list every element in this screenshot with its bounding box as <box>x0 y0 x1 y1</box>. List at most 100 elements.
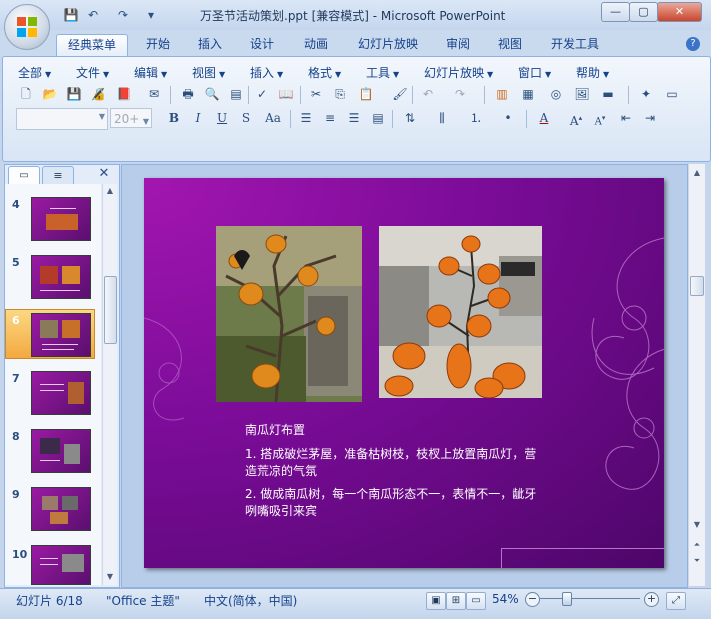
menu-tools[interactable]: 工具 ▼ <box>366 64 399 80</box>
next-slide-icon[interactable]: ⏷ <box>689 556 705 566</box>
close-pane-icon[interactable]: ✕ <box>97 167 111 181</box>
slide-thumbnail-10[interactable] <box>31 545 91 585</box>
help-icon[interactable]: ? <box>686 37 700 51</box>
slide-thumbnail-9[interactable] <box>31 487 91 531</box>
normal-view-icon[interactable]: ▣ <box>426 592 446 610</box>
font-color-icon[interactable]: A <box>534 108 554 128</box>
align-left-icon[interactable]: ☰ <box>296 108 316 128</box>
bold-icon[interactable]: B <box>164 108 184 128</box>
tab-animation[interactable]: 动画 <box>292 34 340 56</box>
slide-bullet-2[interactable]: 2. 做成南瓜树，每一个南瓜形态不一，表情不一，龇牙咧嘴吸引来宾 <box>245 486 545 520</box>
pumpkin-mall-photo[interactable] <box>379 226 542 398</box>
outline-tab[interactable]: ≡ <box>42 166 74 185</box>
menu-insert[interactable]: 插入 ▼ <box>250 64 283 80</box>
tab-developer[interactable]: 开发工具 <box>542 34 608 56</box>
undo-icon[interactable]: ↶ <box>84 6 102 24</box>
zoom-slider-track[interactable] <box>540 598 640 599</box>
thumbnail-scrollbar[interactable]: ▲ ▼ <box>102 184 117 585</box>
scrollbar-thumb[interactable] <box>104 276 117 344</box>
color-icon[interactable]: ▬ <box>598 84 618 104</box>
maximize-button[interactable]: ▢ <box>629 2 658 22</box>
research-icon[interactable]: 📖 <box>276 84 296 104</box>
menu-all[interactable]: 全部 ▼ <box>18 64 51 80</box>
slide-heading[interactable]: 南瓜灯布置 <box>245 422 305 439</box>
slide-bullet-1[interactable]: 1. 搭成破烂茅屋，准备枯树枝，枝杈上放置南瓜灯，营造荒凉的气氛 <box>245 446 545 480</box>
italic-icon[interactable]: I <box>188 108 208 128</box>
shrink-font-icon[interactable]: A▾ <box>590 108 610 128</box>
scrollbar-thumb[interactable] <box>690 276 704 296</box>
save-icon[interactable]: 💾 <box>64 84 84 104</box>
pdf-icon[interactable]: 📕 <box>114 84 134 104</box>
increase-indent-icon[interactable]: ⇥ <box>640 108 660 128</box>
format-painter-icon[interactable]: 🖌 <box>390 84 410 104</box>
tab-design[interactable]: 设计 <box>240 34 284 56</box>
tab-home[interactable]: 开始 <box>136 34 180 56</box>
tab-insert[interactable]: 插入 <box>188 34 232 56</box>
save-icon[interactable]: 💾 <box>62 6 80 24</box>
menu-view[interactable]: 视图 ▼ <box>192 64 225 80</box>
language-indicator[interactable]: 中文(简体，中国) <box>204 592 297 609</box>
menu-format[interactable]: 格式 ▼ <box>308 64 341 80</box>
shadow-icon[interactable]: S <box>236 108 256 128</box>
office-button[interactable] <box>4 4 50 50</box>
bullets-icon[interactable]: • <box>498 108 518 128</box>
scroll-up-icon[interactable]: ▲ <box>689 168 705 177</box>
zoom-out-icon[interactable]: − <box>525 592 540 607</box>
redo-icon[interactable]: ↷ <box>450 84 470 104</box>
tab-slideshow[interactable]: 幻灯片放映 <box>350 34 426 56</box>
font-name-combobox[interactable]: ▼ <box>16 108 108 130</box>
grow-font-icon[interactable]: A▴ <box>566 108 586 128</box>
scroll-down-icon[interactable]: ▼ <box>103 572 117 581</box>
copy-icon[interactable]: ⎘ <box>330 84 350 104</box>
menu-file[interactable]: 文件 ▼ <box>76 64 109 80</box>
slides-tab[interactable]: ▭ <box>8 166 40 185</box>
slideshow-view-icon[interactable]: ▭ <box>466 592 486 610</box>
pumpkin-tree-photo[interactable] <box>216 226 362 402</box>
chart-icon[interactable]: ▥ <box>492 84 512 104</box>
permission-icon[interactable]: 🔏 <box>88 84 108 104</box>
redo-icon[interactable]: ↷ <box>114 6 132 24</box>
decrease-indent-icon[interactable]: ⇤ <box>616 108 636 128</box>
vertical-scrollbar[interactable]: ▲ ▼ ⏶ ⏷ <box>688 164 705 586</box>
scroll-up-icon[interactable]: ▲ <box>103 186 117 195</box>
menu-help[interactable]: 帮助 ▼ <box>576 64 609 80</box>
paste-icon[interactable]: 📋 <box>356 84 376 104</box>
slide-thumbnail-4[interactable] <box>31 197 91 241</box>
undo-icon[interactable]: ↶ <box>418 84 438 104</box>
spelling-icon[interactable]: ✓ <box>252 84 272 104</box>
previous-slide-icon[interactable]: ⏶ <box>689 540 705 550</box>
new-file-icon[interactable]: 🗋 <box>16 84 36 104</box>
columns-icon[interactable]: ⫼ <box>432 108 452 128</box>
slide-thumbnail-7[interactable] <box>31 371 91 415</box>
zoom-in-icon[interactable]: + <box>644 592 659 607</box>
theme-name[interactable]: "Office 主题" <box>106 592 180 609</box>
menu-edit[interactable]: 编辑 ▼ <box>134 64 167 80</box>
grayscale-icon[interactable]: 🖼 <box>572 84 592 104</box>
minimize-button[interactable]: — <box>601 2 630 22</box>
email-icon[interactable]: ✉ <box>144 84 164 104</box>
slide-thumbnail-8[interactable] <box>31 429 91 473</box>
menu-slideshow[interactable]: 幻灯片放映 ▼ <box>424 64 493 80</box>
layout-icon[interactable]: ▭ <box>662 84 682 104</box>
open-folder-icon[interactable]: 📂 <box>40 84 60 104</box>
slide-thumbnail-5[interactable] <box>31 255 91 299</box>
close-button[interactable]: ✕ <box>657 2 702 22</box>
font-size-combobox[interactable]: 20+ ▼ <box>110 108 152 128</box>
print-preview-icon[interactable]: 🔍 <box>202 84 222 104</box>
tab-review[interactable]: 审阅 <box>436 34 480 56</box>
align-center-icon[interactable]: ≡ <box>320 108 340 128</box>
slide-thumbnail-6[interactable] <box>31 313 91 357</box>
fit-to-window-icon[interactable]: ⤢ <box>666 592 686 610</box>
outline-icon[interactable]: ▤ <box>226 84 246 104</box>
new-slide-icon[interactable]: ✦ <box>636 84 656 104</box>
table-icon[interactable]: ▦ <box>518 84 538 104</box>
zoom-level[interactable]: 54% <box>492 592 519 606</box>
cut-icon[interactable]: ✂ <box>306 84 326 104</box>
justify-icon[interactable]: ▤ <box>368 108 388 128</box>
numbering-icon[interactable]: ⒈ <box>466 108 486 128</box>
slide-sorter-icon[interactable]: ⊞ <box>446 592 466 610</box>
print-icon[interactable]: 🖶 <box>178 84 198 104</box>
clipart-icon[interactable]: ◎ <box>546 84 566 104</box>
underline-icon[interactable]: U <box>212 108 232 128</box>
scroll-down-icon[interactable]: ▼ <box>689 520 705 529</box>
